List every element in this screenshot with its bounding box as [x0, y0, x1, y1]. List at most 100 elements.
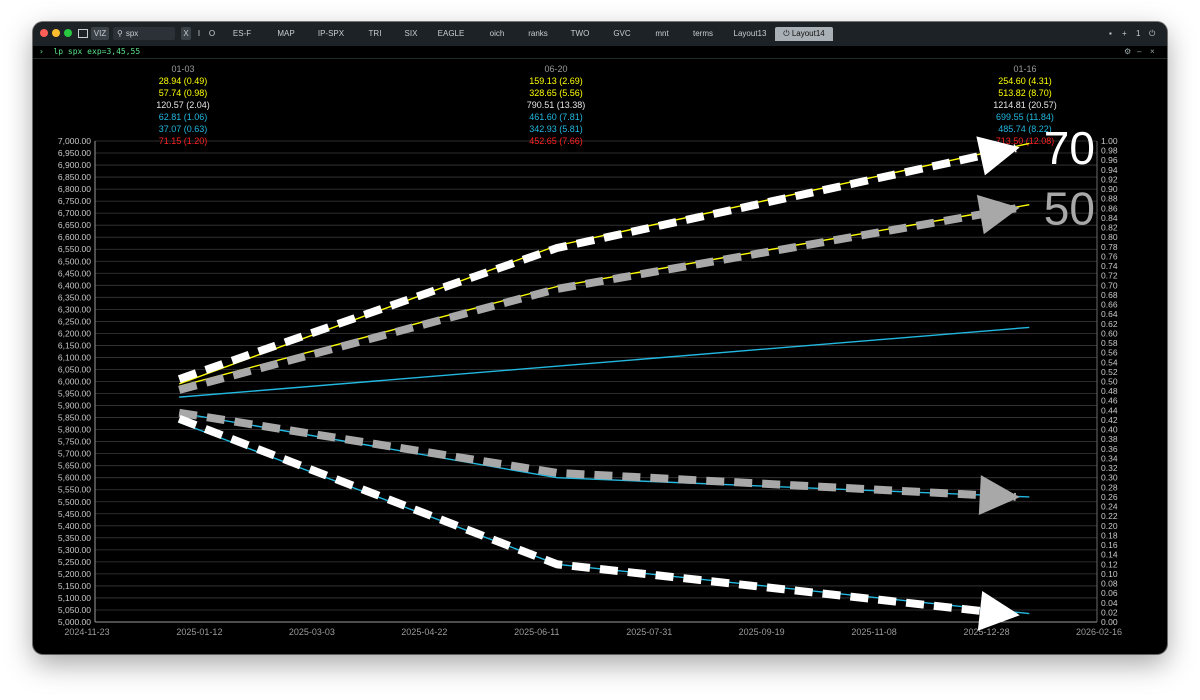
viz-button[interactable]: VIZ: [91, 27, 109, 40]
y-tick-label-right: 0.92: [1101, 174, 1118, 184]
y-tick-label-left: 5,850.00: [58, 413, 91, 423]
y-tick-label-left: 6,300.00: [58, 304, 91, 314]
y-tick-label-left: 5,950.00: [58, 389, 91, 399]
annotation-dashed-line: [177, 144, 1017, 383]
expiry-value-label: 790.51 (13.38): [527, 100, 586, 110]
y-tick-label-right: 0.62: [1101, 319, 1118, 329]
annotation-label: 50: [1044, 182, 1095, 234]
y-tick-label-left: 5,050.00: [58, 605, 91, 615]
tab-ip-spx[interactable]: IP-SPX: [311, 27, 351, 41]
y-tick-label-right: 0.56: [1101, 348, 1118, 358]
y-tick-label-left: 6,500.00: [58, 256, 91, 266]
tab-map[interactable]: MAP: [269, 27, 303, 41]
y-tick-label-left: 5,800.00: [58, 425, 91, 435]
x-tick-label: 2025-11-08: [851, 627, 896, 637]
y-tick-label-right: 0.34: [1101, 453, 1118, 463]
mode-button-x[interactable]: X: [181, 27, 191, 40]
tab-six[interactable]: SIX: [399, 27, 423, 41]
link-icon: ⚲: [117, 29, 123, 38]
sidebar-toggle-icon[interactable]: [78, 29, 88, 38]
command-input[interactable]: › lp spx exp=3,45,55: [39, 46, 140, 58]
expiry-value-label: 254.60 (4.31): [998, 76, 1052, 86]
tab-layout13[interactable]: Layout13: [729, 27, 771, 41]
series-line: [178, 142, 1030, 385]
y-tick-label-left: 6,050.00: [58, 364, 91, 374]
expiry-value-label: 159.13 (2.69): [529, 76, 583, 86]
mode-button-i[interactable]: I: [194, 27, 204, 40]
y-tick-label-left: 6,450.00: [58, 268, 91, 278]
y-tick-label-left: 6,850.00: [58, 172, 91, 182]
expiry-value-label: 1214.81 (20.57): [993, 100, 1057, 110]
y-tick-label-right: 0.18: [1101, 530, 1118, 540]
annotation-arrowhead: [978, 475, 1020, 516]
y-tick-label-left: 6,100.00: [58, 352, 91, 362]
expiry-date-label: 01-16: [1013, 64, 1036, 74]
y-tick-label-right: 0.76: [1101, 251, 1118, 261]
y-tick-label-left: 5,750.00: [58, 437, 91, 447]
symbol-search-input[interactable]: ⚲ spx: [113, 27, 175, 40]
y-tick-label-left: 6,950.00: [58, 148, 91, 158]
expiry-value-label: 513.82 (8.70): [998, 88, 1052, 98]
y-tick-label-right: 0.54: [1101, 357, 1118, 367]
y-tick-label-right: 0.90: [1101, 184, 1118, 194]
x-tick-label: 2025-01-12: [176, 627, 222, 637]
tab-tri[interactable]: TRI: [361, 27, 389, 41]
annotation-label: 70: [1044, 122, 1095, 174]
y-tick-label-left: 6,000.00: [58, 377, 91, 387]
tab-gvc[interactable]: GVC: [607, 27, 637, 41]
y-tick-label-left: 6,250.00: [58, 316, 91, 326]
y-tick-label-right: 0.52: [1101, 367, 1118, 377]
y-tick-label-right: 0.82: [1101, 223, 1118, 233]
y-tick-label-right: 0.80: [1101, 232, 1118, 242]
close-window-button[interactable]: [40, 29, 48, 37]
y-tick-label-left: 5,450.00: [58, 509, 91, 519]
y-tick-label-right: 0.46: [1101, 396, 1118, 406]
minimize-window-button[interactable]: [52, 29, 60, 37]
tab-es-f[interactable]: ES-F: [225, 27, 259, 41]
y-tick-label-right: 0.36: [1101, 444, 1118, 454]
tab-eagle[interactable]: EAGLE: [432, 27, 470, 41]
expiry-value-label: 328.65 (5.56): [529, 88, 583, 98]
power-icon[interactable]: ⏻: [1149, 27, 1155, 40]
tab-oich[interactable]: oich: [482, 27, 512, 41]
y-tick-label-right: 0.40: [1101, 425, 1118, 435]
minimize-panel-icon[interactable]: –: [1137, 46, 1141, 58]
maximize-window-button[interactable]: [64, 29, 72, 37]
y-tick-label-right: 0.66: [1101, 300, 1118, 310]
save-icon[interactable]: ▪: [1109, 27, 1112, 40]
x-tick-label: 2025-12-28: [964, 627, 1010, 637]
y-tick-label-right: 0.42: [1101, 415, 1118, 425]
y-tick-label-right: 0.16: [1101, 540, 1118, 550]
tab-mnt[interactable]: mnt: [648, 27, 676, 41]
y-tick-label-right: 0.74: [1101, 261, 1118, 271]
add-button[interactable]: +: [1122, 27, 1127, 40]
price-chart[interactable]: 5,000.00 5,050.00 5,100.00 5,150.00 5,200.00…: [33, 58, 1167, 654]
y-tick-label-right: 0.22: [1101, 511, 1118, 521]
annotation-arrowhead: [977, 590, 1020, 631]
y-tick-label-left: 5,000.00: [58, 617, 91, 627]
y-tick-label-right: 0.98: [1101, 146, 1118, 156]
tab-terms[interactable]: terms: [686, 27, 720, 41]
mode-button-o[interactable]: O: [207, 27, 217, 40]
y-tick-label-left: 5,250.00: [58, 557, 91, 567]
y-tick-label-right: 0.78: [1101, 242, 1118, 252]
y-tick-label-left: 5,350.00: [58, 533, 91, 543]
settings-icon[interactable]: ⚙: [1124, 46, 1131, 58]
expiry-value-label: 28.94 (0.49): [159, 76, 208, 86]
y-tick-label-left: 6,750.00: [58, 196, 91, 206]
y-tick-label-right: 0.10: [1101, 569, 1118, 579]
y-tick-label-right: 0.68: [1101, 290, 1118, 300]
y-tick-label-right: 0.08: [1101, 579, 1118, 589]
tab-two[interactable]: TWO: [565, 27, 595, 41]
y-tick-label-left: 5,500.00: [58, 497, 91, 507]
expiry-date-label: 01-03: [171, 64, 194, 74]
x-tick-label: 2025-04-22: [401, 627, 447, 637]
prompt-chevron-icon: ›: [39, 47, 44, 56]
close-panel-icon[interactable]: ×: [1150, 46, 1155, 58]
annotation-dashed-line: [178, 408, 1017, 501]
tab-layout14[interactable]: ⏻ Layout14: [775, 27, 833, 41]
tab-ranks[interactable]: ranks: [523, 27, 553, 41]
y-tick-label-left: 5,100.00: [58, 593, 91, 603]
y-tick-label-right: 0.06: [1101, 588, 1118, 598]
expiry-value-label: 342.93 (5.81): [529, 124, 583, 134]
